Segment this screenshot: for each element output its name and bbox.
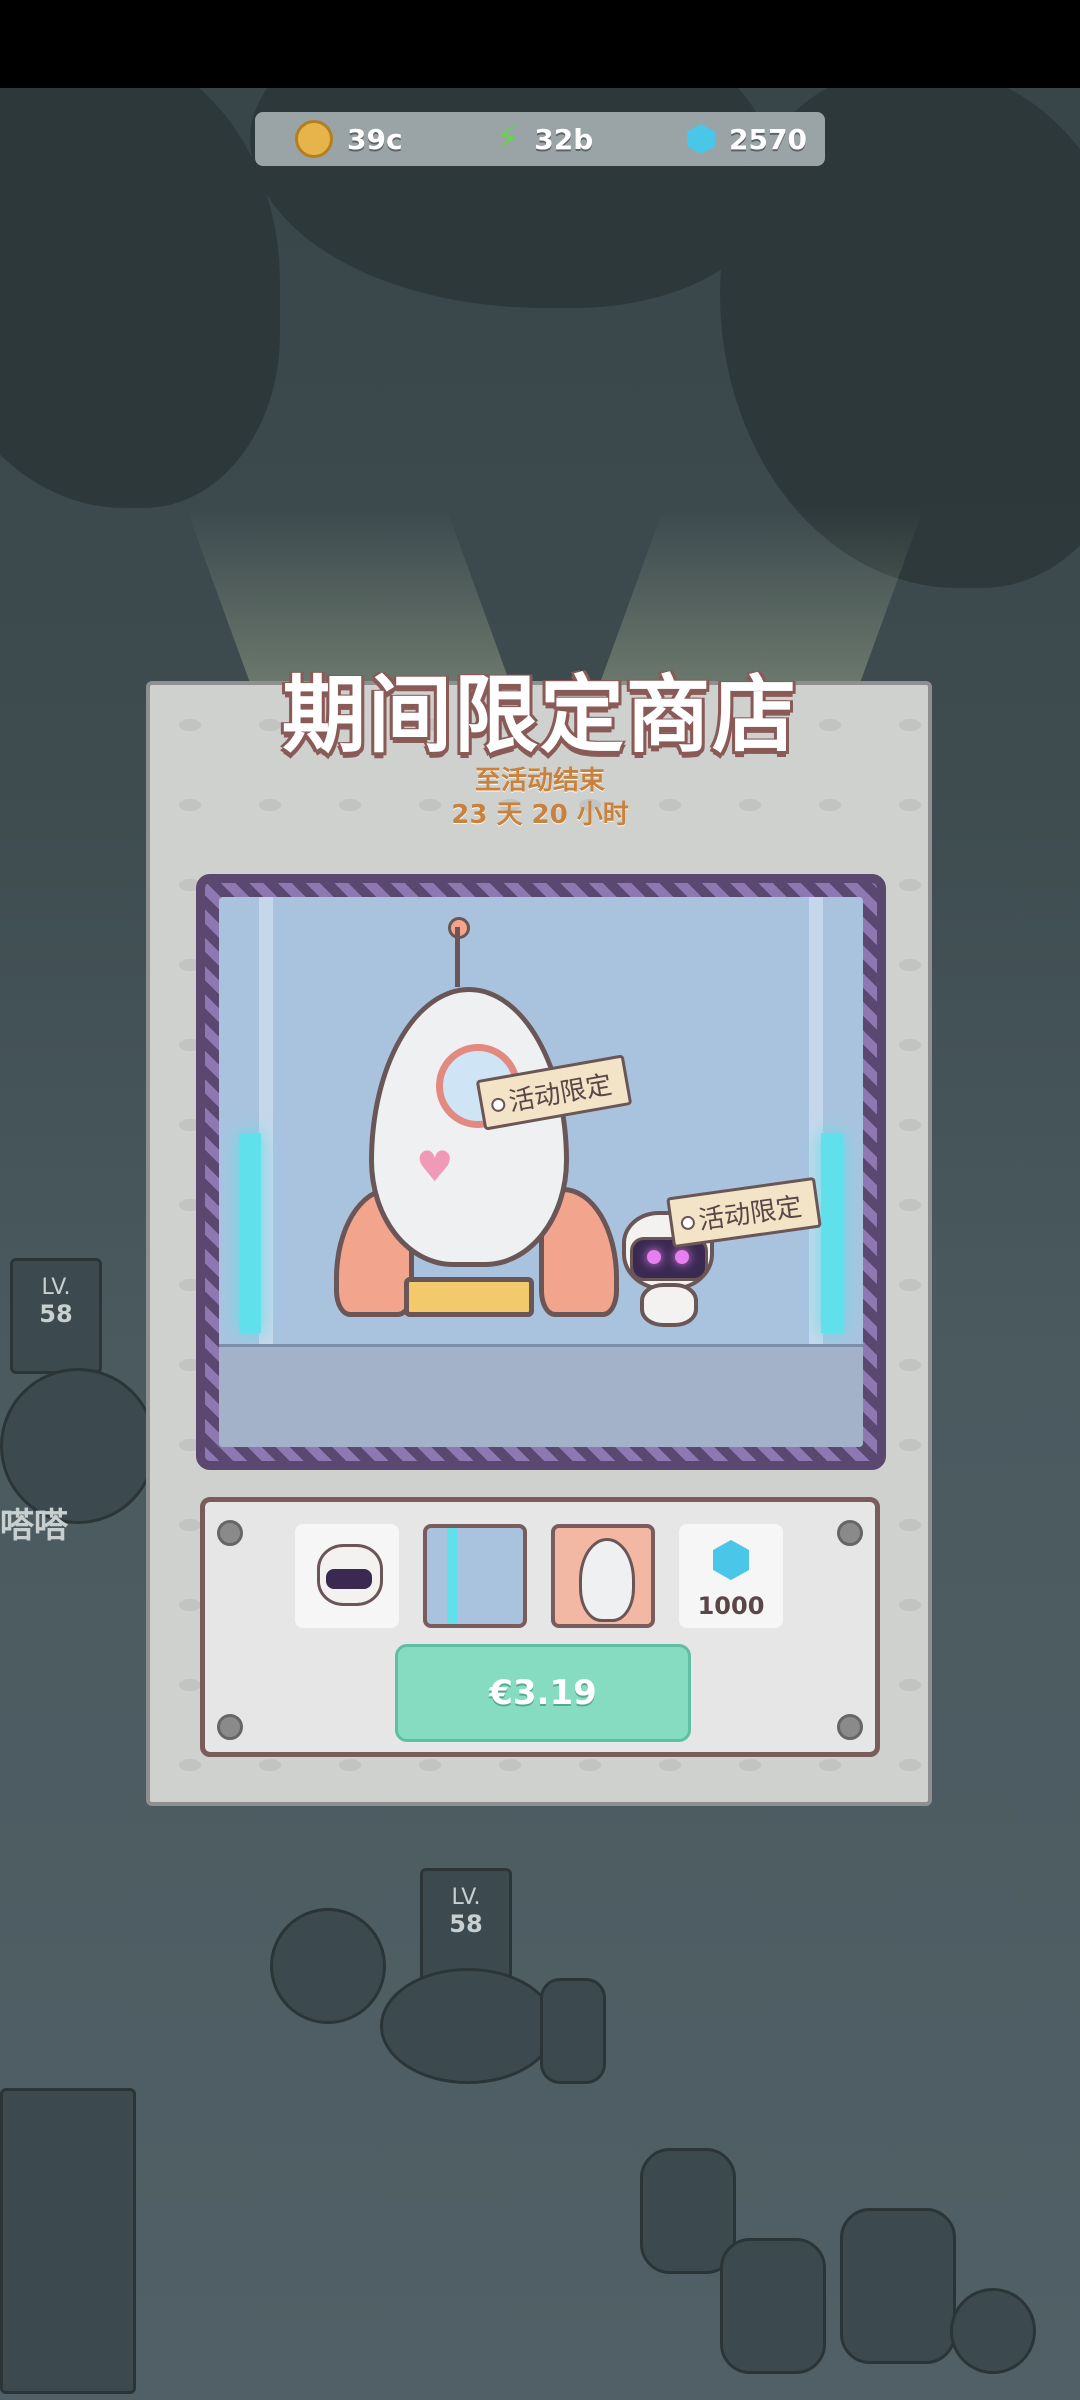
tree-left [0, 88, 280, 508]
heart-icon: ♥ [416, 1142, 454, 1191]
rocket-antenna [455, 927, 460, 987]
side-label: 嗒嗒 [0, 1506, 68, 1546]
level-value: 58 [449, 1910, 483, 1938]
jar-fortune [720, 2238, 826, 2374]
pot [950, 2288, 1036, 2374]
countdown-label: 至活动结束 [474, 766, 605, 796]
level-value: 58 [39, 1300, 73, 1328]
jar-2 [840, 2208, 956, 2364]
gem-pack-item[interactable]: 1000 [679, 1524, 783, 1628]
status-bar [0, 0, 1080, 88]
cat-eye-right [675, 1250, 689, 1264]
gem-counter[interactable]: 2570 [687, 112, 807, 166]
limited-tag-cat: 活动限定 [666, 1176, 822, 1249]
screw-icon [217, 1714, 243, 1740]
stool-lamp [540, 1978, 606, 2084]
level-label: LV. [451, 1885, 481, 1910]
resource-bar: 39c ⚡ 32b 2570 [255, 112, 825, 166]
notice-board[interactable] [0, 2088, 136, 2394]
rocket-decoration[interactable]: ♥ [369, 987, 569, 1267]
cat-visor-icon [326, 1569, 372, 1589]
bundle-contents: 1000 €3.19 [200, 1497, 880, 1757]
rocket-base [404, 1277, 534, 1317]
shop-title: 期间限定商店 [281, 666, 798, 764]
rocket-icon [579, 1538, 635, 1622]
level-signpost-left[interactable]: LV. 58 [10, 1258, 102, 1374]
level-label: LV. [41, 1275, 71, 1300]
level-signpost-center[interactable]: LV. 58 [420, 1868, 512, 1984]
energy-counter[interactable]: ⚡ 32b [495, 112, 593, 166]
energy-value: 32b [534, 122, 594, 156]
gem-icon [713, 1540, 749, 1580]
rocket-item[interactable] [551, 1524, 655, 1628]
showcase-room: ♥ 活动限定 活动限定 [219, 897, 863, 1447]
screw-icon [837, 1520, 863, 1546]
light-strip-right [821, 1133, 843, 1333]
pillar-left [259, 897, 273, 1347]
gem-icon [687, 124, 715, 154]
coin-icon [295, 120, 333, 158]
coin-counter[interactable]: 39c [295, 112, 403, 166]
cat-eye-left [647, 1250, 661, 1264]
room-background-icon [447, 1528, 457, 1624]
screw-icon [217, 1520, 243, 1546]
showcase-floor [219, 1344, 863, 1447]
countdown-value: 23 天 20 小时 [451, 800, 629, 830]
gem-value: 2570 [729, 122, 807, 156]
buy-button[interactable]: €3.19 [395, 1644, 691, 1742]
robot-cat-icon [317, 1544, 383, 1606]
cabbage-plant-center [380, 1968, 556, 2084]
screw-icon [837, 1714, 863, 1740]
light-strip-left [239, 1133, 261, 1333]
lightning-icon: ⚡ [495, 118, 521, 159]
background-item[interactable] [423, 1524, 527, 1628]
coin-value: 39c [347, 122, 403, 156]
gem-quantity: 1000 [697, 1592, 765, 1620]
character-afro[interactable] [270, 1908, 386, 2024]
robot-cat-pet-item[interactable] [295, 1524, 399, 1628]
cat-body [640, 1283, 698, 1327]
item-showcase: ♥ 活动限定 活动限定 [196, 874, 886, 1470]
